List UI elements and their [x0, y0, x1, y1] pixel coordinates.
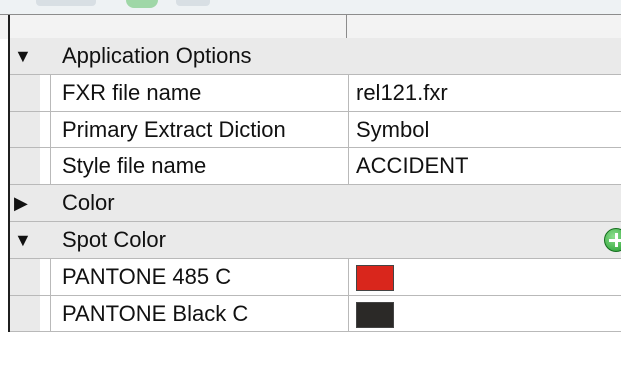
category-application-options[interactable]: ▼ Application Options: [10, 38, 621, 75]
add-spot-color-icon[interactable]: [604, 227, 621, 252]
property-name: Primary Extract Diction: [62, 116, 286, 142]
property-row-style-file-name[interactable]: Style file name ACCIDENT: [10, 148, 621, 186]
collapse-arrow-icon[interactable]: ▶: [14, 194, 28, 212]
toolbar-strip: [0, 0, 621, 14]
property-row-pantone-485c[interactable]: PANTONE 485 C: [10, 258, 621, 296]
color-swatch[interactable]: [356, 264, 394, 291]
cell-divider: [50, 295, 51, 332]
cell-divider: [50, 148, 51, 185]
grid-frame: [8, 15, 10, 39]
property-row-pantone-black-c[interactable]: PANTONE Black C: [10, 295, 621, 333]
property-grid: ▼ Application Options FXR file name rel1…: [8, 38, 621, 333]
property-value[interactable]: Symbol: [356, 112, 429, 148]
property-row-fxr-file-name[interactable]: FXR file name rel121.fxr: [10, 74, 621, 112]
cell-divider: [348, 295, 349, 332]
toolbar-icon[interactable]: [36, 0, 96, 6]
row-gutter: [10, 258, 40, 295]
category-label: Application Options: [62, 43, 252, 68]
property-grid-window: ▼ Application Options FXR file name rel1…: [0, 0, 621, 386]
cell-divider: [348, 258, 349, 295]
cell-divider: [348, 148, 349, 185]
property-name: PANTONE Black C: [62, 300, 249, 326]
expand-arrow-icon[interactable]: ▼: [14, 231, 32, 249]
property-name: Style file name: [62, 153, 207, 179]
row-gutter: [10, 74, 40, 111]
color-swatch[interactable]: [356, 301, 394, 328]
cell-divider: [50, 258, 51, 295]
toolbar-icon[interactable]: [176, 0, 210, 6]
cell-divider: [348, 74, 349, 111]
cell-divider: [50, 74, 51, 111]
property-row-primary-extract-dictionary[interactable]: Primary Extract Diction Symbol: [10, 111, 621, 149]
property-name: PANTONE 485 C: [62, 263, 232, 289]
grid-header: [0, 14, 621, 39]
category-label: Spot Color: [62, 226, 166, 252]
property-name: FXR file name: [62, 79, 202, 105]
refresh-icon[interactable]: [126, 0, 158, 8]
row-gutter: [10, 295, 40, 332]
category-label: Color: [62, 190, 115, 216]
column-separator[interactable]: [346, 15, 347, 39]
category-color[interactable]: ▶ Color: [10, 185, 621, 222]
property-value[interactable]: ACCIDENT: [356, 148, 468, 184]
category-spot-color[interactable]: ▼ Spot Color: [10, 221, 621, 259]
expand-arrow-icon[interactable]: ▼: [14, 47, 32, 65]
cell-divider: [50, 111, 51, 148]
row-gutter: [10, 111, 40, 148]
cell-divider: [348, 111, 349, 148]
property-value[interactable]: rel121.fxr: [356, 75, 448, 111]
row-gutter: [10, 148, 40, 185]
